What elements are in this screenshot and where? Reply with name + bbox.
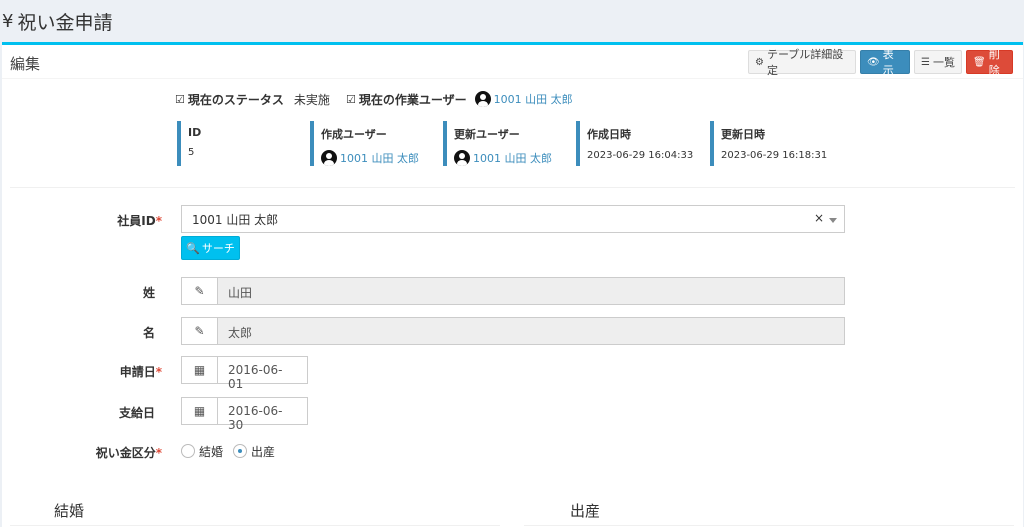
section-divider: [524, 525, 1014, 526]
calendar-icon[interactable]: ▦: [181, 356, 218, 384]
employee-id-selected: 1001 山田 太郎: [192, 213, 279, 227]
category-label-text: 祝い金区分: [95, 446, 156, 460]
employee-id-label-text: 社員ID: [117, 214, 156, 228]
check-square-icon: ☑: [175, 92, 185, 106]
category-option-marriage[interactable]: 結婚: [181, 443, 223, 460]
search-button[interactable]: 🔍 サーチ: [181, 236, 240, 260]
current-status-value: 未実施: [293, 92, 330, 107]
info-id: ID 5: [177, 121, 297, 166]
current-worker-link[interactable]: 1001 山田 太郎: [494, 91, 573, 107]
updater-link[interactable]: 1001 山田 太郎: [473, 150, 552, 166]
category-radio-group: 結婚 出産: [181, 443, 285, 459]
pay-date-input-group: ▦ 2016-06-30: [181, 397, 308, 432]
clear-icon[interactable]: ×: [814, 211, 824, 225]
info-id-value: 5: [188, 147, 195, 158]
info-creator-body: 1001 山田 太郎: [321, 150, 430, 166]
box-header: 編集 ⚙ テーブル詳細設定 👁 表示 ☰ 一覧 🗑 削除: [2, 45, 1023, 79]
required-mark: *: [155, 446, 162, 460]
eye-icon: 👁: [867, 56, 880, 68]
page-title-text: 祝い金申請: [17, 12, 113, 34]
info-creator-label: 作成ユーザー: [321, 128, 387, 141]
creator-link[interactable]: 1001 山田 太郎: [340, 150, 419, 166]
info-id-label: ID: [188, 126, 202, 139]
section-marriage-title: 結婚: [54, 502, 85, 520]
info-updater-body: 1001 山田 太郎: [454, 150, 563, 166]
divider: [10, 187, 1015, 188]
radio-marriage[interactable]: [181, 444, 195, 458]
table-setting-button[interactable]: ⚙ テーブル詳細設定: [748, 48, 856, 77]
category-option-birth[interactable]: 出産: [233, 443, 275, 460]
mei-input-group: ✎ 太郎: [181, 317, 845, 345]
user-avatar-icon: [321, 150, 337, 166]
category-option-marriage-label: 結婚: [199, 444, 224, 459]
check-square-icon: ☑: [346, 92, 356, 106]
list-icon: ☰: [921, 56, 930, 68]
current-status-label: 現在のステータス: [187, 92, 284, 107]
info-created-at: 作成日時 2023-06-29 16:04:33: [576, 121, 696, 166]
list-label: 一覧: [932, 56, 955, 69]
section-divider: [10, 525, 500, 526]
search-icon: 🔍: [186, 241, 200, 255]
mei-field[interactable]: 太郎: [218, 317, 845, 345]
sei-field[interactable]: 山田: [218, 277, 845, 305]
current-worker-label: 現在の作業ユーザー: [358, 92, 467, 107]
box-title: 編集: [10, 55, 41, 73]
yen-icon: ¥: [2, 11, 14, 32]
info-updater: 更新ユーザー 1001 山田 太郎: [443, 121, 563, 166]
trash-icon: 🗑: [973, 56, 986, 68]
info-updated-label: 更新日時: [721, 128, 765, 141]
current-worker: ☑ 現在の作業ユーザー 1001 山田 太郎: [346, 91, 573, 107]
sei-input-group: ✎ 山田: [181, 277, 845, 305]
info-created-value: 2023-06-29 16:04:33: [587, 150, 694, 161]
pay-date-label: 支給日: [118, 406, 155, 420]
apply-date-label-text: 申請日: [119, 365, 156, 379]
search-label: サーチ: [201, 242, 235, 255]
current-status: ☑ 現在のステータス 未実施: [175, 91, 330, 107]
info-updated-value: 2023-06-29 16:18:31: [721, 150, 828, 161]
gear-icon: ⚙: [755, 56, 764, 68]
apply-date-label: 申請日*: [2, 363, 162, 380]
mei-label: 名: [142, 326, 155, 340]
info-updater-label: 更新ユーザー: [454, 128, 520, 141]
show-button[interactable]: 👁 表示: [860, 48, 910, 77]
page-title: ¥ 祝い金申請: [2, 8, 112, 35]
pencil-icon: ✎: [181, 277, 218, 305]
page-header: ¥ 祝い金申請: [0, 0, 1024, 40]
required-mark: *: [155, 365, 162, 379]
user-avatar-icon: [454, 150, 470, 166]
delete-label: 削除: [988, 48, 1000, 77]
info-created-label: 作成日時: [587, 128, 631, 141]
employee-id-label: 社員ID*: [2, 212, 162, 229]
category-label: 祝い金区分*: [2, 444, 162, 461]
section-birth-title: 出産: [570, 502, 601, 520]
radio-birth[interactable]: [233, 444, 248, 458]
info-creator: 作成ユーザー 1001 山田 太郎: [310, 121, 430, 166]
category-option-birth-label: 出産: [251, 444, 276, 459]
chevron-down-icon[interactable]: [829, 218, 837, 223]
table-setting-label: テーブル詳細設定: [766, 48, 844, 77]
show-label: 表示: [882, 48, 894, 77]
delete-button[interactable]: 🗑 削除: [966, 48, 1013, 77]
pay-date-field[interactable]: 2016-06-30: [218, 397, 308, 432]
calendar-icon[interactable]: ▦: [181, 397, 218, 425]
edit-box: 編集 ⚙ テーブル詳細設定 👁 表示 ☰ 一覧 🗑 削除 ☑ 現在のステータス …: [2, 42, 1023, 527]
pencil-icon: ✎: [181, 317, 218, 345]
apply-date-input-group: ▦ 2016-06-01: [181, 356, 308, 391]
sei-label: 姓: [142, 286, 155, 300]
user-avatar-icon: [474, 91, 491, 107]
info-updated-at: 更新日時 2023-06-29 16:18:31: [710, 121, 830, 166]
apply-date-field[interactable]: 2016-06-01: [218, 356, 308, 391]
employee-id-select[interactable]: 1001 山田 太郎 ×: [181, 205, 845, 233]
required-mark: *: [155, 214, 162, 228]
list-button[interactable]: ☰ 一覧: [914, 50, 962, 74]
